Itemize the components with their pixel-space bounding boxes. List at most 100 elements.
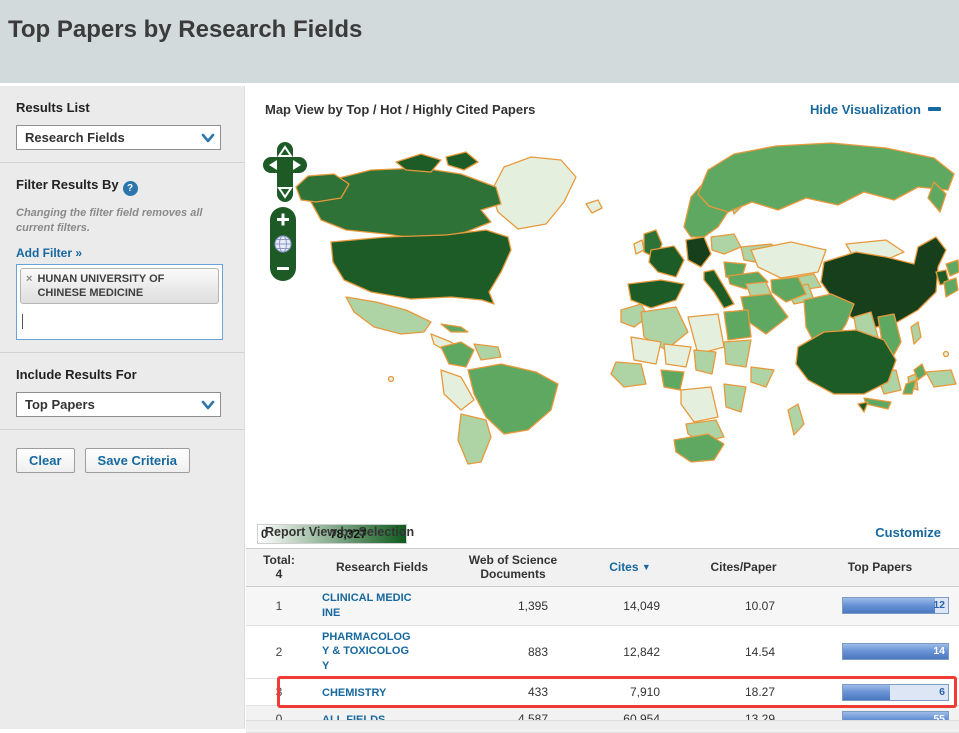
map-pan-control[interactable]	[263, 142, 307, 202]
footer-strip	[246, 720, 959, 729]
map-country-russia[interactable]	[697, 142, 955, 213]
column-header-wos-documents[interactable]: Web of Science Documents	[452, 549, 574, 586]
research-field-link[interactable]: CHEMISTRY	[322, 686, 412, 701]
map-region-east-africa[interactable]	[723, 383, 747, 413]
map-country-japan[interactable]	[943, 277, 959, 298]
page: Top Papers by Research Fields Results Li…	[0, 0, 959, 733]
map-view-title: Map View by Top / Hot / Highly Cited Pap…	[265, 101, 536, 117]
map-country-venezuela[interactable]	[473, 343, 502, 361]
map-country-sudan[interactable]	[723, 339, 752, 368]
map-country-france[interactable]	[648, 245, 685, 278]
top-papers-bar-fill	[843, 598, 936, 614]
results-list-label: Results List	[16, 100, 90, 115]
sidebar: Results List Research Fields Filter Resu…	[0, 86, 245, 729]
map-island[interactable]	[445, 151, 479, 171]
map-country-egypt[interactable]	[723, 309, 752, 341]
page-title: Top Papers by Research Fields	[8, 16, 363, 43]
map-country-greenland[interactable]	[490, 156, 577, 230]
filter-section-label: Filter Results By?	[16, 177, 228, 196]
top-papers-bar: 12	[842, 597, 949, 615]
hide-visualization-link[interactable]: Hide Visualization	[810, 102, 941, 117]
research-field-link[interactable]: PHARMACOLOGY & TOXICOLOGY	[322, 630, 412, 675]
filter-note: Changing the filter field removes all cu…	[16, 207, 203, 234]
row-rank: 1	[275, 598, 283, 613]
map-country-mali[interactable]	[630, 336, 662, 365]
map-country-philippines[interactable]	[910, 321, 922, 345]
map-zoom-control[interactable]	[269, 206, 297, 282]
include-results-dropdown[interactable]: Top Papers	[16, 392, 221, 418]
top-papers-bar-value: 6	[939, 685, 945, 698]
report-table-body: 1 CLINICAL MEDICINE 1,395 14,049 10.07 1…	[246, 586, 959, 733]
remove-filter-icon[interactable]: ×	[26, 272, 32, 301]
top-papers-bar-value: 14	[933, 645, 945, 658]
map-country-iceland[interactable]	[585, 199, 603, 214]
column-header-top-papers[interactable]: Top Papers	[801, 556, 959, 578]
map-country-mexico[interactable]	[345, 296, 432, 335]
filter-input-area	[20, 306, 219, 337]
map-country-nigeria[interactable]	[660, 369, 685, 391]
row-docs: 433	[527, 685, 548, 700]
map-country-madagascar[interactable]	[787, 403, 805, 436]
map-country-cuba[interactable]	[440, 323, 469, 333]
add-filter-link[interactable]: Add Filter »	[16, 246, 82, 260]
top-papers-bar-value: 12	[933, 599, 945, 612]
include-results-section: Include Results For Top Papers	[0, 352, 244, 429]
include-results-label: Include Results For	[16, 367, 137, 383]
map-country-argentina[interactable]	[457, 413, 492, 465]
map-country-chad[interactable]	[693, 349, 717, 375]
help-icon[interactable]: ?	[122, 181, 138, 196]
table-row: 3 CHEMISTRY 433 7,910 18.27 6	[246, 676, 959, 709]
column-header-cites[interactable]: Cites ▼	[574, 556, 686, 578]
row-docs: 883	[527, 644, 548, 659]
map-country-kazakhstan[interactable]	[750, 241, 827, 279]
map-island-dot[interactable]	[942, 350, 950, 358]
sort-arrow-icon: ▼	[641, 562, 651, 573]
clear-button[interactable]: Clear	[16, 448, 75, 474]
report-table-header-row: Total: 4 Research Fields Web of Science …	[246, 548, 959, 587]
map-country-japan[interactable]	[945, 259, 959, 277]
map-country-libya[interactable]	[687, 313, 725, 355]
filter-box[interactable]: × HUNAN UNIVERSITY OF CHINESE MEDICINE	[16, 263, 223, 341]
map-country-ireland[interactable]	[633, 239, 645, 255]
map-island-tasmania[interactable]	[857, 401, 869, 413]
filter-tag[interactable]: × HUNAN UNIVERSITY OF CHINESE MEDICINE	[20, 267, 219, 305]
map-country-usa[interactable]	[330, 229, 512, 305]
row-cites: 14,049	[623, 598, 660, 613]
map-island-new-guinea[interactable]	[925, 369, 957, 388]
map-country-colombia[interactable]	[440, 341, 475, 368]
row-cites: 7,910	[629, 685, 660, 700]
column-header-cites-per-paper[interactable]: Cites/Paper	[686, 556, 801, 578]
map-country-germany[interactable]	[685, 236, 712, 268]
table-row: 2 PHARMACOLOGY & TOXICOLOGY 883 12,842 1…	[246, 625, 959, 680]
filter-section: Filter Results By? Changing the filter f…	[0, 162, 244, 352]
map-region-congo[interactable]	[680, 386, 719, 423]
row-cites-per-paper: 18.27	[744, 685, 775, 700]
map-view-header: Map View by Top / Hot / Highly Cited Pap…	[246, 86, 959, 132]
research-field-link[interactable]: CLINICAL MEDICINE	[322, 591, 412, 621]
filter-tag-label: HUNAN UNIVERSITY OF CHINESE MEDICINE	[37, 272, 165, 299]
results-list-dropdown[interactable]: Research Fields	[16, 125, 221, 150]
chevron-down-icon	[196, 126, 220, 149]
map-country-poland[interactable]	[710, 233, 742, 255]
map-country-niger[interactable]	[663, 343, 692, 368]
filter-input[interactable]	[20, 306, 219, 337]
world-map[interactable]: 0 78,327	[246, 132, 959, 544]
map-country-spain[interactable]	[627, 279, 685, 309]
total-header: Total: 4	[263, 553, 295, 582]
row-cites-per-paper: 10.07	[744, 598, 775, 613]
row-rank: 3	[275, 685, 283, 700]
map-country-ethiopia[interactable]	[750, 366, 775, 388]
map-country-new-zealand[interactable]	[902, 379, 917, 395]
save-criteria-button[interactable]: Save Criteria	[84, 448, 191, 474]
row-rank: 2	[275, 644, 283, 659]
report-view-title: Report View by Selection	[265, 525, 415, 539]
results-list-section: Results List Research Fields	[0, 86, 244, 162]
map-region-west-africa[interactable]	[610, 361, 647, 388]
customize-link[interactable]: Customize	[875, 525, 941, 540]
column-header-research-fields[interactable]: Research Fields	[312, 556, 452, 578]
map-country-australia[interactable]	[795, 329, 897, 395]
actions-section: Clear Save Criteria	[0, 429, 244, 485]
include-results-selected-value: Top Papers	[25, 397, 95, 413]
map-island-dot[interactable]	[387, 375, 395, 383]
choropleth-map[interactable]	[246, 132, 959, 467]
